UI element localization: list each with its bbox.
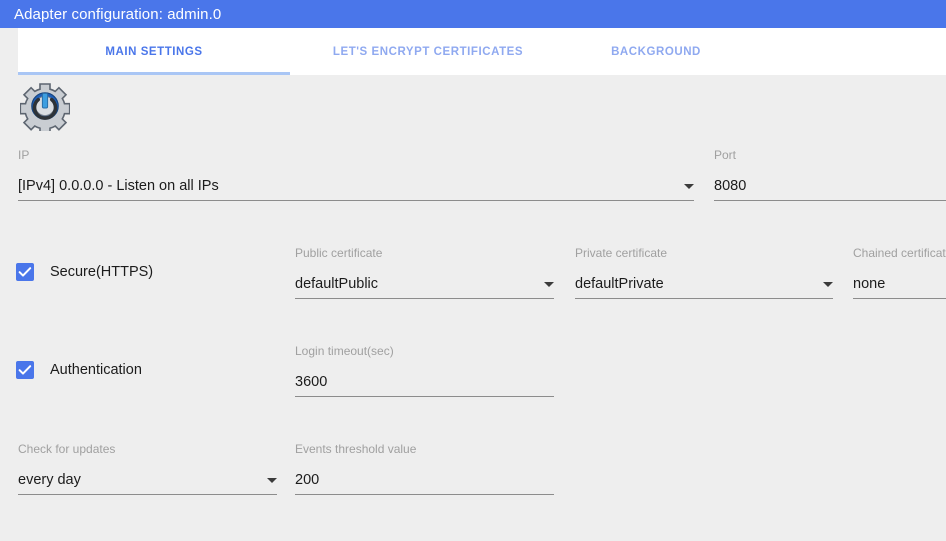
authentication-checkbox[interactable] bbox=[16, 361, 34, 379]
secure-https-label: Secure(HTTPS) bbox=[50, 264, 154, 280]
tab-background-label: BACKGROUND bbox=[611, 45, 701, 58]
public-certificate-label: Public certificate bbox=[295, 246, 383, 260]
check-for-updates-field[interactable]: Check for updates every day bbox=[18, 442, 277, 495]
public-certificate-field[interactable]: Public certificate defaultPublic bbox=[295, 246, 554, 299]
secure-https-checkbox[interactable] bbox=[16, 263, 34, 281]
check-for-updates-value: every day bbox=[18, 472, 81, 488]
login-timeout-value[interactable]: 3600 bbox=[295, 373, 327, 396]
tab-bar: MAIN SETTINGS LET'S ENCRYPT CERTIFICATES… bbox=[18, 28, 946, 75]
check-icon bbox=[18, 267, 32, 277]
window-title-bar: Adapter configuration: admin.0 bbox=[0, 0, 946, 28]
login-timeout-label: Login timeout(sec) bbox=[295, 344, 394, 358]
chevron-down-icon[interactable] bbox=[823, 282, 833, 287]
events-threshold-value[interactable]: 200 bbox=[295, 471, 319, 494]
chained-certificate-field[interactable]: Chained certificate none bbox=[853, 246, 946, 299]
ip-field-label: IP bbox=[18, 148, 30, 162]
chained-certificate-value: none bbox=[853, 276, 886, 292]
chevron-down-icon[interactable] bbox=[544, 282, 554, 287]
settings-content: IP [IPv4] 0.0.0.0 - Listen on all IPs Po… bbox=[0, 75, 946, 541]
check-for-updates-label: Check for updates bbox=[18, 442, 116, 456]
tab-lets-encrypt-certificates-label: LET'S ENCRYPT CERTIFICATES bbox=[332, 45, 524, 58]
authentication-checkbox-row[interactable]: Authentication bbox=[16, 361, 142, 379]
port-field-value[interactable]: 8080 bbox=[714, 177, 746, 200]
tab-background[interactable]: BACKGROUND bbox=[566, 28, 746, 75]
private-certificate-label: Private certificate bbox=[575, 246, 668, 260]
chevron-down-icon[interactable] bbox=[684, 184, 694, 189]
ip-field[interactable]: IP [IPv4] 0.0.0.0 - Listen on all IPs bbox=[18, 148, 694, 201]
window-title: Adapter configuration: admin.0 bbox=[14, 5, 222, 23]
check-icon bbox=[18, 365, 32, 375]
port-field-label: Port bbox=[714, 148, 737, 162]
private-certificate-field[interactable]: Private certificate defaultPrivate bbox=[575, 246, 833, 299]
gear-settings-icon bbox=[19, 81, 71, 135]
tab-lets-encrypt-certificates[interactable]: LET'S ENCRYPT CERTIFICATES bbox=[290, 28, 566, 75]
chained-certificate-label: Chained certificate bbox=[853, 246, 946, 260]
chevron-down-icon[interactable] bbox=[267, 478, 277, 483]
private-certificate-value: defaultPrivate bbox=[575, 276, 664, 292]
ip-field-value: [IPv4] 0.0.0.0 - Listen on all IPs bbox=[18, 178, 219, 194]
public-certificate-value: defaultPublic bbox=[295, 276, 379, 292]
port-field[interactable]: Port 8080 bbox=[714, 148, 946, 201]
login-timeout-field[interactable]: Login timeout(sec) 3600 bbox=[295, 344, 554, 397]
events-threshold-label: Events threshold value bbox=[295, 442, 417, 456]
tab-main-settings[interactable]: MAIN SETTINGS bbox=[18, 28, 290, 75]
tab-main-settings-label: MAIN SETTINGS bbox=[105, 45, 203, 58]
secure-https-checkbox-row[interactable]: Secure(HTTPS) bbox=[16, 263, 153, 281]
events-threshold-field[interactable]: Events threshold value 200 bbox=[295, 442, 554, 495]
authentication-label: Authentication bbox=[50, 362, 142, 378]
